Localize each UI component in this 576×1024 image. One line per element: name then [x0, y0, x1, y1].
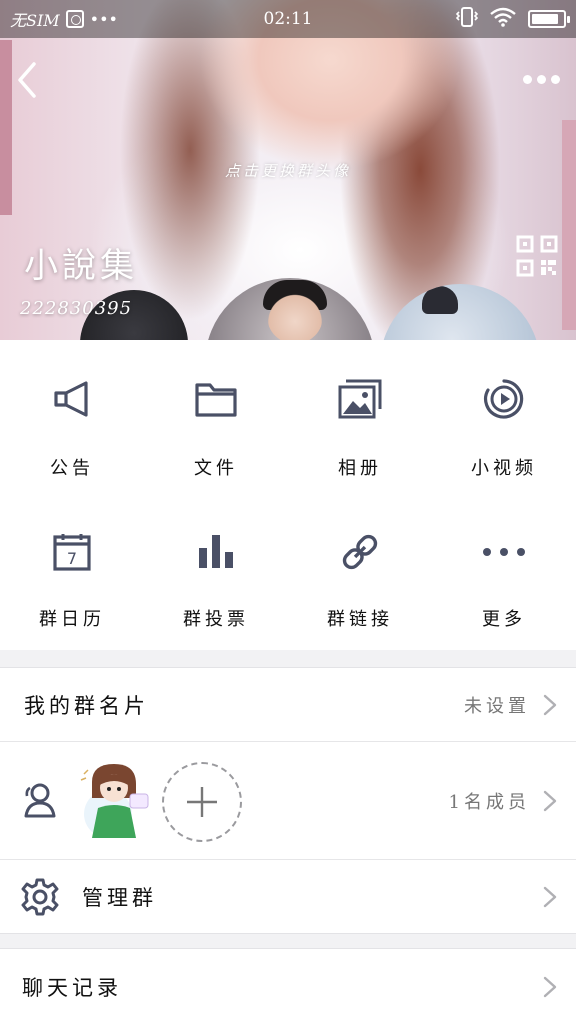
- chat-history-row[interactable]: 聊天记录: [0, 949, 576, 1024]
- change-avatar-hint[interactable]: 点击更换群头像: [0, 160, 576, 181]
- announcement-label: 公告: [50, 458, 94, 479]
- back-button[interactable]: [10, 58, 50, 102]
- files-label: 文件: [194, 458, 238, 479]
- status-bar: 无SIM ••• 02:11: [0, 0, 576, 38]
- my-group-card-value: 未设置: [464, 695, 530, 717]
- members-icon: [18, 780, 58, 820]
- plus-icon: [187, 787, 217, 817]
- group-vote-button[interactable]: 群投票: [144, 495, 288, 650]
- vibrate-icon: [455, 7, 479, 31]
- group-link-label: 群链接: [327, 609, 393, 630]
- group-name: 小說集: [24, 246, 138, 286]
- group-feature-grid: 公告 文件 相册 小视频 7 群日历 群投票 群链接 更多: [0, 340, 576, 650]
- manage-group-label: 管理群: [82, 885, 157, 910]
- svg-text:7: 7: [67, 549, 77, 568]
- gear-icon: [20, 877, 60, 917]
- my-group-card-label: 我的群名片: [24, 693, 149, 718]
- megaphone-icon: [49, 376, 95, 422]
- carrier-label: 无SIM: [10, 11, 60, 30]
- my-group-card-row[interactable]: 我的群名片 未设置: [0, 668, 576, 742]
- group-calendar-label: 群日历: [39, 609, 105, 630]
- bar-chart-icon: [193, 529, 239, 575]
- battery-icon: [528, 10, 570, 28]
- group-id: 222830395: [20, 298, 133, 319]
- files-button[interactable]: 文件: [144, 340, 288, 495]
- notification-dots: •••: [89, 9, 118, 29]
- add-member-button[interactable]: [162, 762, 242, 842]
- calendar-icon: 7: [49, 529, 95, 575]
- more-features-button[interactable]: 更多: [432, 495, 576, 650]
- photo-album-icon: [337, 376, 383, 422]
- group-cover-header[interactable]: 点击更换群头像 小說集 222830395 无SIM ••• 02:11: [0, 0, 576, 340]
- group-members-row[interactable]: 1名成员: [0, 742, 576, 860]
- clock: 02:11: [263, 9, 313, 29]
- short-video-label: 小视频: [471, 458, 537, 479]
- album-button[interactable]: 相册: [288, 340, 432, 495]
- video-icon: [481, 376, 527, 422]
- wifi-icon: [490, 7, 516, 31]
- cover-decoration-right: [562, 120, 576, 330]
- chat-history-section: 聊天记录: [0, 948, 576, 1024]
- group-link-button[interactable]: 群链接: [288, 495, 432, 650]
- more-options-button[interactable]: [518, 64, 564, 94]
- announcement-button[interactable]: 公告: [0, 340, 144, 495]
- chat-history-label: 聊天记录: [22, 976, 122, 1000]
- chevron-left-icon: [18, 62, 36, 98]
- folder-icon: [193, 376, 239, 422]
- browser-notification-icon: [65, 10, 84, 28]
- manage-group-row[interactable]: 管理群: [0, 860, 576, 933]
- more-dots-icon: [481, 529, 527, 575]
- member-count: 1名成员: [448, 791, 530, 813]
- qr-code-icon[interactable]: [516, 235, 558, 277]
- chevron-right-icon: [543, 976, 557, 998]
- group-settings-section: 我的群名片 未设置 1名成员 管理群: [0, 667, 576, 934]
- more-features-label: 更多: [482, 609, 526, 630]
- member-photo-right: [380, 284, 540, 340]
- short-video-button[interactable]: 小视频: [432, 340, 576, 495]
- member-avatar[interactable]: [78, 758, 154, 844]
- album-label: 相册: [338, 458, 382, 479]
- member-photo-center: [205, 278, 375, 340]
- link-icon: [337, 529, 383, 575]
- group-vote-label: 群投票: [183, 609, 249, 630]
- chevron-right-icon: [543, 886, 557, 907]
- chevron-right-icon: [543, 694, 557, 715]
- group-calendar-button[interactable]: 7 群日历: [0, 495, 144, 650]
- chevron-right-icon: [543, 790, 557, 811]
